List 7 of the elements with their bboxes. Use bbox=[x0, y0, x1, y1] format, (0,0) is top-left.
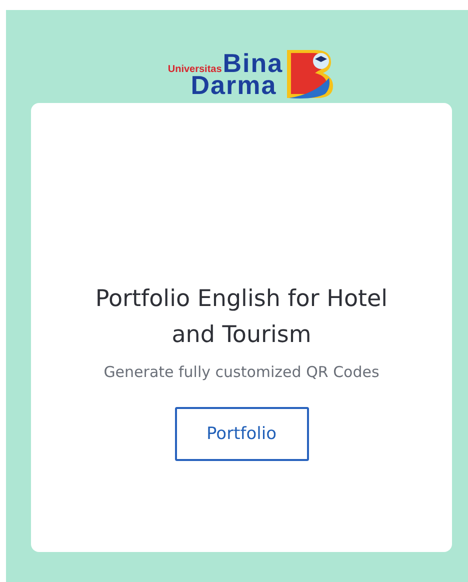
logo-prefix: Universitas bbox=[168, 64, 222, 74]
card-subtitle: Generate fully customized QR Codes bbox=[104, 363, 380, 381]
logo-text: Darma bbox=[190, 74, 277, 96]
card-title: Portfolio English for Hotel and Tourism bbox=[94, 285, 389, 350]
logo-text: Bina bbox=[222, 52, 284, 74]
logo-icon bbox=[285, 48, 336, 100]
portfolio-button[interactable]: Portfolio bbox=[174, 407, 308, 461]
